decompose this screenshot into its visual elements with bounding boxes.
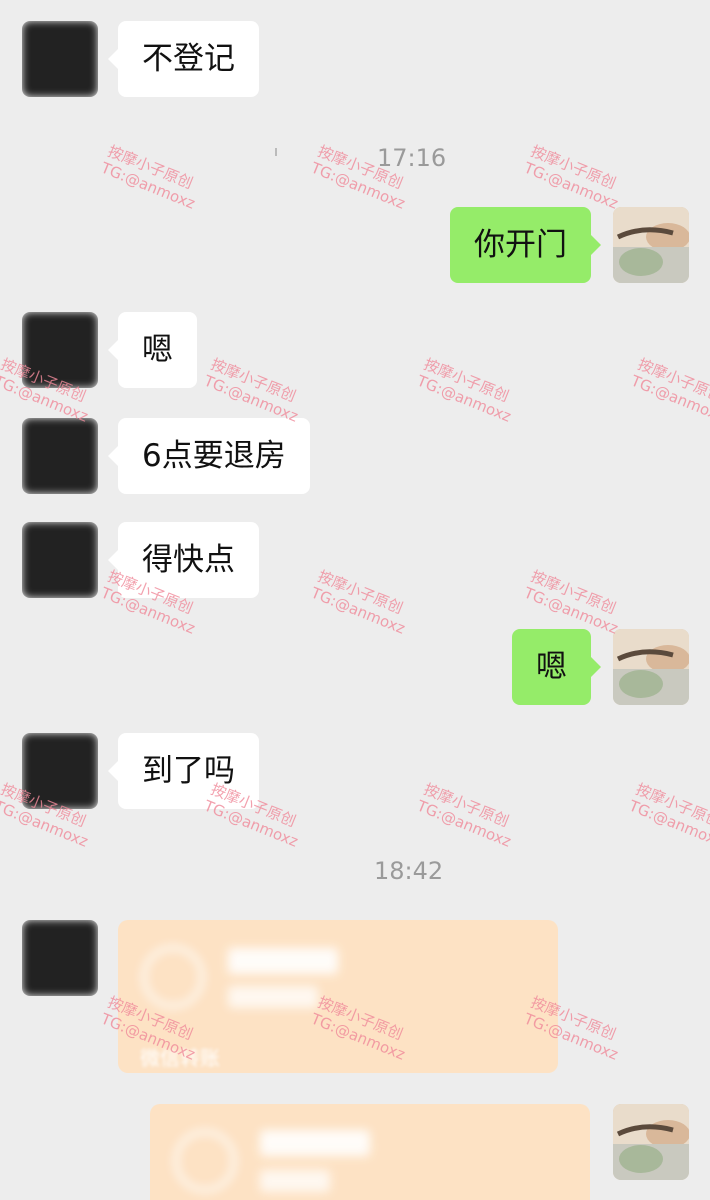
- watermark-line: 按摩小子原创: [105, 142, 196, 193]
- avatar-self-photo: [613, 207, 689, 283]
- avatar-contact-image: [22, 920, 98, 996]
- message-bubble-incoming[interactable]: 不登记: [108, 21, 259, 97]
- watermark-line: 按摩小子原创: [635, 355, 710, 406]
- avatar-self-photo: [613, 1104, 689, 1180]
- watermark: 按摩小子原创 TG:@anmoxz: [415, 780, 521, 851]
- watermark-line: 按摩小子原创: [633, 780, 710, 831]
- message-bubble-outgoing[interactable]: 嗯: [512, 629, 601, 705]
- avatar-contact[interactable]: [22, 920, 98, 996]
- avatar-contact[interactable]: [22, 312, 98, 388]
- watermark-line: TG:@anmoxz: [521, 158, 621, 213]
- watermark: 按摩小子原创 TG:@anmoxz: [629, 355, 710, 426]
- watermark: 按摩小子原创 TG:@anmoxz: [627, 780, 710, 851]
- watermark-line: 按摩小子原创: [528, 142, 619, 193]
- watermark-line: 按摩小子原创: [421, 355, 512, 406]
- transfer-card-outgoing[interactable]: [150, 1104, 590, 1200]
- transfer-amount-redacted: [228, 948, 338, 974]
- transfer-card-incoming[interactable]: 微信转账: [118, 920, 558, 1073]
- timestamp: 17:16: [377, 144, 447, 172]
- avatar-contact[interactable]: [22, 418, 98, 494]
- timestamp: 18:42: [374, 857, 444, 885]
- avatar-contact-image: [22, 418, 98, 494]
- avatar-contact[interactable]: [22, 733, 98, 809]
- transfer-status-redacted: [260, 1170, 330, 1192]
- watermark: 按摩小子原创 TG:@anmoxz: [522, 142, 628, 213]
- message-bubble-incoming[interactable]: 嗯: [108, 312, 197, 388]
- transfer-footer-label: 微信转账: [140, 1046, 220, 1070]
- avatar-contact-image: [22, 733, 98, 809]
- transfer-icon: [142, 946, 204, 1008]
- avatar-contact[interactable]: [22, 522, 98, 598]
- watermark: 按摩小子原创 TG:@anmoxz: [202, 355, 308, 426]
- message-bubble-incoming[interactable]: 到了吗: [108, 733, 259, 809]
- watermark-line: 按摩小子原创: [315, 567, 406, 618]
- message-bubble-incoming[interactable]: 得快点: [108, 522, 259, 598]
- message-bubble-incoming[interactable]: 6点要退房: [108, 418, 310, 494]
- watermark-line: 按摩小子原创: [208, 355, 299, 406]
- watermark-line: TG:@anmoxz: [626, 796, 710, 851]
- watermark-line: 按摩小子原创: [421, 780, 512, 831]
- watermark-line: TG:@anmoxz: [414, 371, 514, 426]
- avatar-contact-image: [22, 522, 98, 598]
- watermark-line: TG:@anmoxz: [308, 583, 408, 638]
- watermark-line: TG:@anmoxz: [98, 158, 198, 213]
- watermark: 按摩小子原创 TG:@anmoxz: [415, 355, 521, 426]
- watermark-line: TG:@anmoxz: [414, 796, 514, 851]
- avatar-contact-image: [22, 21, 98, 97]
- transfer-amount-redacted: [260, 1130, 370, 1156]
- divider-mark: [275, 148, 277, 156]
- avatar-self[interactable]: [613, 207, 689, 283]
- watermark: 按摩小子原创 TG:@anmoxz: [522, 567, 628, 638]
- watermark: 按摩小子原创 TG:@anmoxz: [309, 567, 415, 638]
- transfer-icon: [174, 1130, 236, 1192]
- avatar-self[interactable]: [613, 629, 689, 705]
- avatar-contact-image: [22, 312, 98, 388]
- avatar-self-photo: [613, 629, 689, 705]
- watermark-line: 按摩小子原创: [528, 567, 619, 618]
- message-bubble-outgoing[interactable]: 你开门: [450, 207, 601, 283]
- watermark: 按摩小子原创 TG:@anmoxz: [99, 142, 205, 213]
- transfer-status-redacted: [228, 986, 318, 1008]
- avatar-contact[interactable]: [22, 21, 98, 97]
- avatar-self[interactable]: [613, 1104, 689, 1180]
- watermark-line: TG:@anmoxz: [628, 371, 710, 426]
